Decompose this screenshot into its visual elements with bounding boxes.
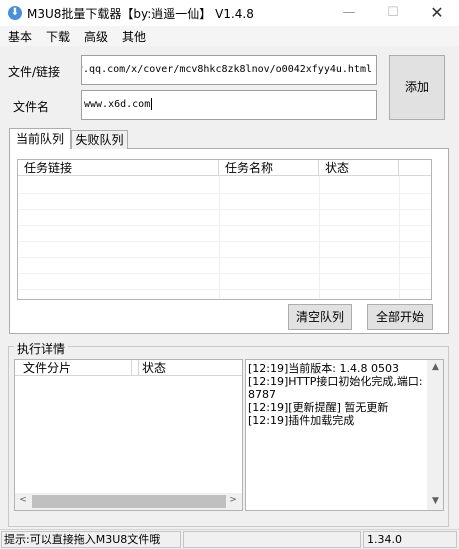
column-header-task-name[interactable]: 任务名称 xyxy=(219,160,319,176)
column-header-task-link[interactable]: 任务链接 xyxy=(18,160,219,176)
column-header-blank xyxy=(399,160,431,176)
log-output[interactable]: [12:19]当前版本: 1.4.8 0503 [12:19]HTTP接口初始化… xyxy=(245,359,444,511)
scroll-left-icon[interactable]: < xyxy=(17,495,29,505)
grid-line xyxy=(319,176,320,299)
grid-line xyxy=(18,225,431,226)
minimize-icon[interactable]: — xyxy=(327,0,371,26)
maximize-icon[interactable]: ☐ xyxy=(371,0,415,26)
log-text: [12:19]当前版本: 1.4.8 0503 [12:19]HTTP接口初始化… xyxy=(248,362,423,427)
scroll-up-icon[interactable]: ▲ xyxy=(429,362,442,372)
filename-input[interactable]: www.x6d.com xyxy=(81,90,377,120)
app-download-icon: ⬇ xyxy=(8,6,22,20)
grid-line xyxy=(18,257,431,258)
menu-download[interactable]: 下载 xyxy=(46,28,70,45)
window-title: M3U8批量下载器【by:逍遥一仙】 V1.4.8 xyxy=(27,7,254,21)
clear-queue-button[interactable]: 清空队列 xyxy=(288,304,352,330)
grid-line xyxy=(18,193,431,194)
start-all-button[interactable]: 全部开始 xyxy=(367,304,433,330)
column-header-segment-status[interactable]: 状态 xyxy=(139,360,242,376)
status-empty xyxy=(183,531,361,548)
status-version: 1.34.0 xyxy=(363,531,457,548)
scrollbar-thumb[interactable] xyxy=(32,495,226,508)
tab-failed-queue[interactable]: 失败队列 xyxy=(71,130,128,149)
url-input-value: v.qq.com/x/cover/mcv8hkc8zk8lnov/o0042xf… xyxy=(81,64,372,75)
tab-current-queue[interactable]: 当前队列 xyxy=(9,128,71,149)
grid-line xyxy=(399,176,400,299)
column-header-file-segment[interactable]: 文件分片 xyxy=(15,360,132,376)
horizontal-scrollbar[interactable]: < > xyxy=(15,493,242,510)
menu-advanced[interactable]: 高级 xyxy=(84,28,108,45)
url-label: 文件/链接 xyxy=(8,65,61,79)
column-header-blank xyxy=(132,360,139,376)
grid-line xyxy=(18,273,431,274)
filename-input-value: www.x6d.com xyxy=(84,99,151,110)
close-icon[interactable]: ✕ xyxy=(415,0,459,26)
vertical-scrollbar[interactable]: ▲ ▼ xyxy=(427,360,443,510)
text-caret xyxy=(151,98,153,110)
menu-other[interactable]: 其他 xyxy=(122,28,146,45)
status-hint: 提示:可以直接拖入M3U8文件哦 xyxy=(1,531,181,548)
filename-label: 文件名 xyxy=(13,100,50,114)
add-button[interactable]: 添加 xyxy=(389,55,445,120)
details-title: 执行详情 xyxy=(14,340,69,357)
scroll-right-icon[interactable]: > xyxy=(227,495,239,505)
segment-list[interactable]: 文件分片 状态 < > xyxy=(14,359,243,511)
url-input[interactable]: v.qq.com/x/cover/mcv8hkc8zk8lnov/o0042xf… xyxy=(81,55,377,85)
grid-line xyxy=(18,289,431,290)
column-header-status[interactable]: 状态 xyxy=(319,160,399,176)
menu-basic[interactable]: 基本 xyxy=(8,28,32,45)
queue-list[interactable]: 任务链接 任务名称 状态 xyxy=(17,159,432,300)
grid-line xyxy=(18,241,431,242)
scroll-down-icon[interactable]: ▼ xyxy=(429,496,442,506)
grid-line xyxy=(219,176,220,299)
grid-line xyxy=(18,209,431,210)
